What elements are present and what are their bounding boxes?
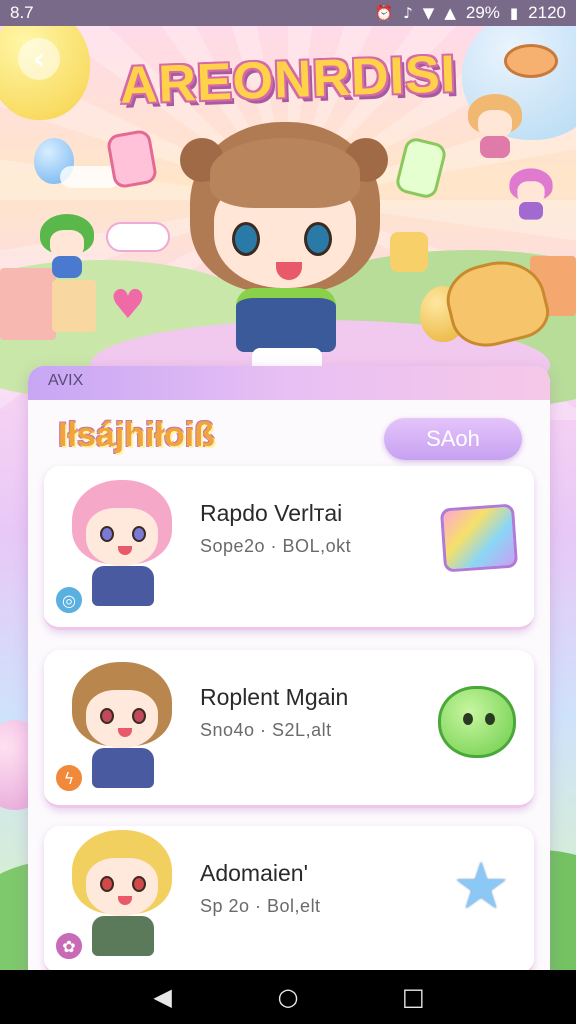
character-meta: Sno4o · S2L,alt <box>200 720 332 740</box>
status-time: 8.7 <box>10 3 34 22</box>
battery-icon: ▮ <box>509 4 519 22</box>
section-title: Iłsájhiłoiß <box>58 416 215 454</box>
notification-icon: ♪ <box>403 4 413 22</box>
character-name: Adomaien' <box>200 860 308 886</box>
juice-box-icon <box>105 128 159 190</box>
ring-icon: ◎ <box>54 585 84 615</box>
cloud-icon <box>106 222 170 252</box>
character-name: Rapdo Verlтai <box>200 500 343 526</box>
navigation-bar: ◀ ○ □ <box>0 970 576 1024</box>
flower-icon: ✿ <box>54 931 84 961</box>
star-icon: ★ <box>452 850 510 924</box>
wifi-icon: ▼ <box>422 4 435 22</box>
character-name: Roplent Mgain <box>200 684 349 710</box>
gem-icon <box>439 503 519 573</box>
character-card[interactable]: ◎ Rapdo Verlтai Sope2o · BOL,okt <box>44 466 534 630</box>
nav-home-button[interactable]: ○ <box>266 983 310 1011</box>
character-meta: Sp 2o · Bol,elt <box>200 896 321 916</box>
nav-back-button[interactable]: ◀ <box>141 983 185 1011</box>
lightning-icon: ϟ <box>54 763 84 793</box>
house-icon <box>0 268 56 340</box>
character-meta: Sope2o · BOL,okt <box>200 536 352 556</box>
character-card[interactable]: ✿ Adomaien' Sp 2o · Bol,elt ★ <box>44 826 534 976</box>
cupcake-icon <box>390 232 428 272</box>
character-list-panel: AVIX Iłsájhiłoiß SAoh ◎ Rapdo Verlтai So… <box>28 366 550 986</box>
alarm-icon: ⏰ <box>374 4 394 22</box>
signal-icon: ▲ <box>444 4 456 22</box>
blonde-character <box>468 94 522 158</box>
search-button[interactable]: SAoh <box>384 418 522 460</box>
character-card[interactable]: ϟ Roplent Mgain Sno4o · S2L,alt <box>44 650 534 808</box>
hero-character <box>180 92 390 382</box>
battery-percent: 29% <box>465 3 500 22</box>
panel-header: AVIX <box>28 366 550 400</box>
status-clock: 2120 <box>528 3 566 22</box>
heart-icon: ♥ <box>110 282 146 328</box>
status-bar: 8.7 ⏰ ♪ ▼ ▲ 29% ▮ 2120 <box>0 0 576 26</box>
pink-hair-character <box>509 168 553 220</box>
character-avatar <box>66 480 178 612</box>
house-icon <box>52 280 96 332</box>
nav-recent-button[interactable]: □ <box>391 983 435 1011</box>
frog-icon <box>438 686 516 758</box>
green-hair-character <box>40 214 94 278</box>
